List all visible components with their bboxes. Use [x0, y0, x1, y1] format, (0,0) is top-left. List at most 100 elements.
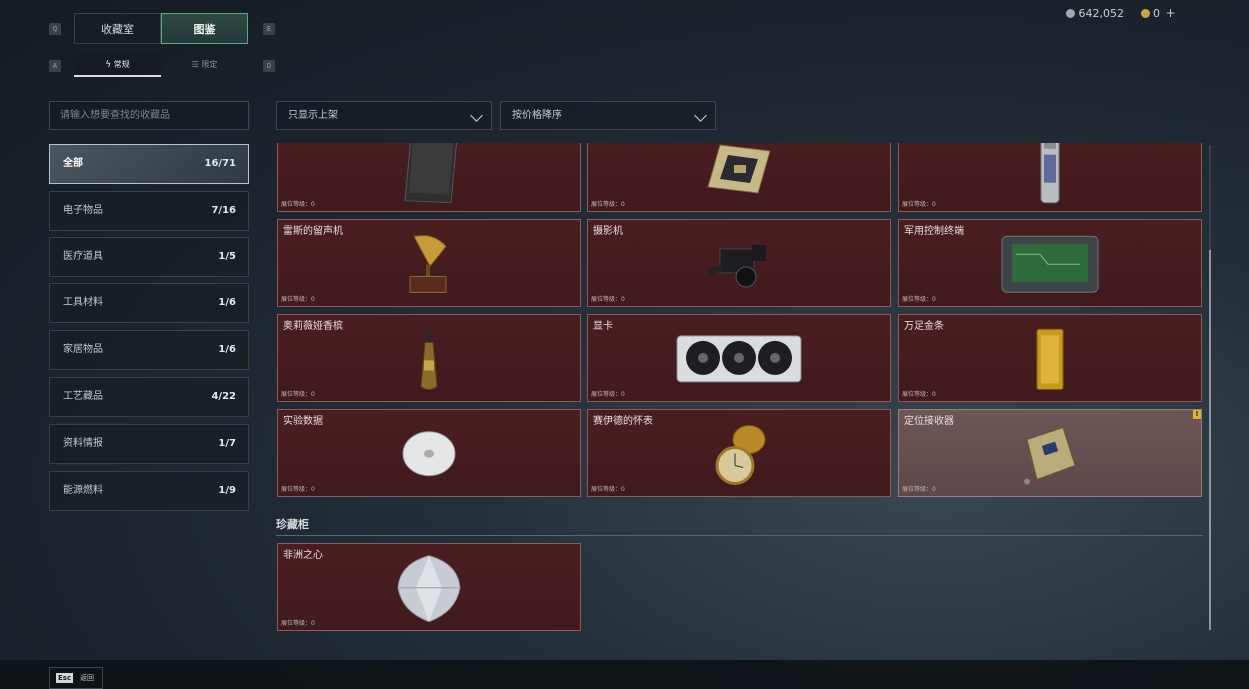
category-label: 电子物品: [63, 205, 103, 216]
item-name: 雷斯的留声机: [283, 226, 343, 237]
champagne-icon: [419, 327, 439, 397]
item-rank: 展位等级：0: [902, 201, 936, 208]
item-card[interactable]: 展位等级：0: [898, 143, 1202, 212]
category-label: 能源燃料: [63, 485, 103, 496]
back-button[interactable]: Esc 返回: [49, 667, 103, 689]
currency-bar: 642,052 0 +: [1066, 6, 1176, 20]
category-crafts[interactable]: 工艺藏品 4/22: [49, 377, 249, 417]
item-rank: 展位等级：0: [902, 486, 936, 493]
shelf-filter-value: 只显示上架: [288, 110, 338, 121]
esc-key: Esc: [56, 673, 74, 683]
item-card[interactable]: 显卡 展位等级：0: [587, 314, 891, 402]
item-card[interactable]: 赛伊德的怀表 展位等级：0: [587, 409, 891, 497]
sort-dropdown[interactable]: 按价格降序: [500, 101, 716, 130]
item-name: 奥莉薇娅香槟: [283, 321, 343, 332]
chevron-down-icon: [694, 109, 707, 122]
category-label: 工艺藏品: [63, 391, 103, 402]
disc-icon: [401, 429, 457, 483]
category-tools[interactable]: 工具材料 1/6: [49, 283, 249, 323]
category-count: 1/6: [218, 344, 236, 355]
item-name: 定位接收器: [904, 416, 954, 427]
item-rank: 展位等级：0: [591, 486, 625, 493]
category-medical[interactable]: 医疗道具 1/5: [49, 237, 249, 277]
item-name: 实验数据: [283, 416, 323, 427]
capsule-icon: [1035, 143, 1065, 209]
item-card[interactable]: 军用控制终端 展位等级：0: [898, 219, 1202, 307]
category-label: 全部: [63, 158, 83, 169]
chevron-down-icon: [470, 109, 483, 122]
new-badge: !: [1193, 410, 1201, 419]
lightning-icon: ϟ: [105, 60, 112, 70]
category-household[interactable]: 家居物品 1/6: [49, 330, 249, 370]
category-energy[interactable]: 能源燃料 1/9: [49, 471, 249, 511]
search-input[interactable]: 请输入想要查找的收藏品: [49, 101, 249, 130]
category-label: 资料情报: [63, 438, 103, 449]
coin-amount: 642,052: [1078, 7, 1125, 20]
category-label: 医疗道具: [63, 251, 103, 262]
treasure-item-card[interactable]: 非洲之心 展位等级：0: [277, 543, 581, 631]
pocket-watch-icon: [711, 422, 767, 492]
item-card[interactable]: 雷斯的留声机 展位等级：0: [277, 219, 581, 307]
item-rank: 展位等级：0: [902, 296, 936, 303]
category-count: 7/16: [211, 205, 236, 216]
category-all[interactable]: 全部 16/71: [49, 144, 249, 184]
gold-icon: [1140, 9, 1150, 18]
key-hint-e: E: [263, 23, 275, 35]
subtab-limited-label: 限定: [201, 60, 218, 69]
category-electronics[interactable]: 电子物品 7/16: [49, 191, 249, 231]
item-rank: 展位等级：0: [281, 391, 315, 398]
category-intel[interactable]: 资料情报 1/7: [49, 424, 249, 464]
scrollbar-thumb[interactable]: [1209, 250, 1211, 630]
key-hint-a: A: [49, 60, 61, 72]
item-name: 军用控制终端: [904, 226, 964, 237]
item-rank: 展位等级：0: [591, 201, 625, 208]
tab-catalog[interactable]: 图鉴: [161, 13, 248, 44]
category-count: 16/71: [204, 158, 236, 169]
item-card[interactable]: 万足金条 展位等级：0: [898, 314, 1202, 402]
item-card[interactable]: 展位等级：0: [587, 143, 891, 212]
item-name: 赛伊德的怀表: [593, 416, 653, 427]
item-card-highlighted[interactable]: 定位接收器 展位等级：0 !: [898, 409, 1202, 497]
item-card[interactable]: 展位等级：0: [277, 143, 581, 212]
item-grid-viewport: 展位等级：0 展位等级：0 展位等级：0 雷斯的留声机 展位等级：0 摄影机 展…: [276, 143, 1206, 498]
section-divider: [276, 535, 1203, 536]
bottom-bar: [0, 660, 1249, 689]
subtab-regular[interactable]: ϟ 常规: [74, 53, 161, 77]
item-rank: 展位等级：0: [281, 620, 315, 627]
gpu-icon: [675, 332, 803, 390]
item-card[interactable]: 摄影机 展位等级：0: [587, 219, 891, 307]
add-gold-button[interactable]: +: [1166, 6, 1176, 20]
receiver-icon: [1017, 422, 1083, 492]
camera-icon: [706, 237, 772, 295]
item-name: 非洲之心: [283, 550, 323, 561]
category-count: 1/9: [218, 485, 236, 496]
cpu-icon: [704, 143, 774, 201]
item-rank: 展位等级：0: [281, 201, 315, 208]
tab-collection-room[interactable]: 收藏室: [74, 13, 161, 44]
sort-value: 按价格降序: [512, 110, 562, 121]
key-hint-d: D: [263, 60, 275, 72]
coin-icon: [1066, 9, 1075, 18]
limited-icon: ☰: [191, 60, 199, 69]
item-rank: 展位等级：0: [281, 486, 315, 493]
gramophone-icon: [404, 232, 454, 300]
key-hint-q: Q: [49, 23, 61, 35]
subtab-regular-label: 常规: [113, 60, 130, 69]
category-count: 4/22: [211, 391, 236, 402]
category-count: 1/6: [218, 297, 236, 308]
item-name: 万足金条: [904, 321, 944, 332]
item-name: 显卡: [593, 321, 613, 332]
subtab-limited[interactable]: ☰ 限定: [161, 53, 248, 77]
category-label: 家居物品: [63, 344, 103, 355]
item-rank: 展位等级：0: [591, 391, 625, 398]
gold-bar-icon: [1035, 327, 1065, 395]
folder-icon: [399, 143, 459, 209]
back-label: 返回: [80, 674, 94, 682]
category-count: 1/5: [218, 251, 236, 262]
item-name: 摄影机: [593, 226, 623, 237]
item-rank: 展位等级：0: [281, 296, 315, 303]
shelf-filter-dropdown[interactable]: 只显示上架: [276, 101, 492, 130]
diamond-icon: [396, 554, 462, 628]
item-card[interactable]: 奥莉薇娅香槟 展位等级：0: [277, 314, 581, 402]
item-card[interactable]: 实验数据 展位等级：0: [277, 409, 581, 497]
